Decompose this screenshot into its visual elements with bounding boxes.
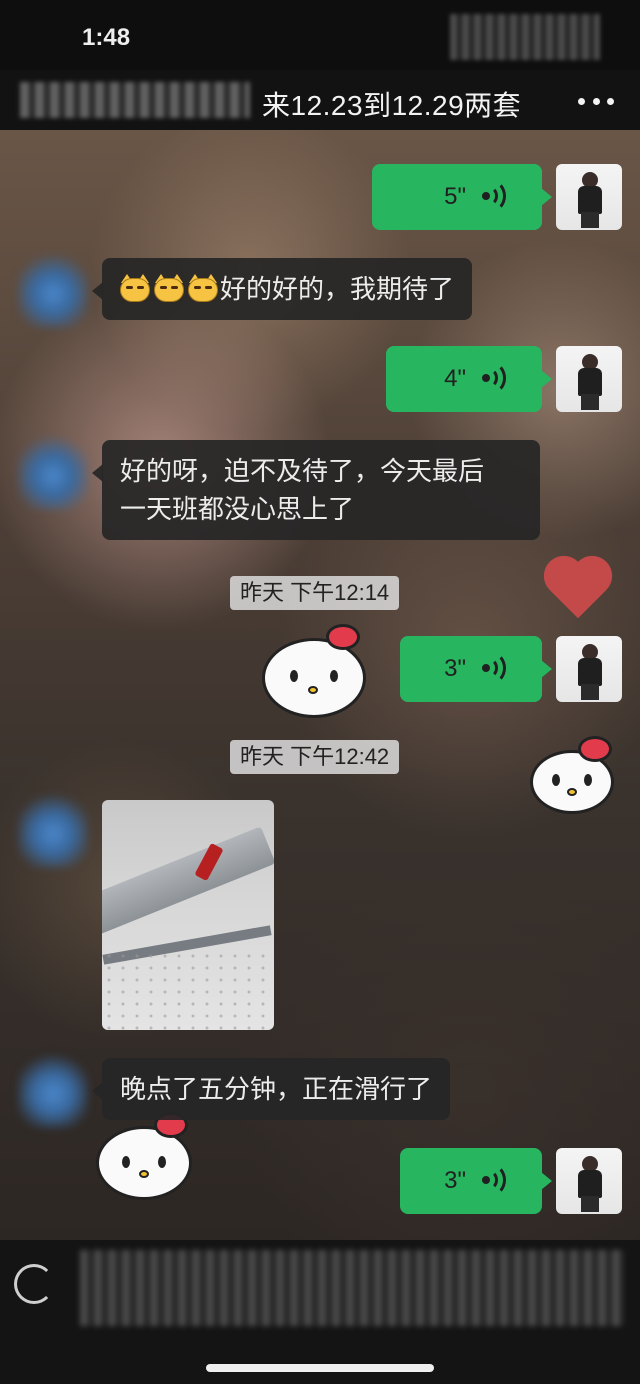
cat-emoji-icon [188, 274, 218, 302]
voice-message[interactable]: 3" [400, 636, 552, 702]
cat-emoji-group [120, 274, 218, 302]
message-input-blurred[interactable] [80, 1250, 625, 1326]
my-avatar[interactable] [556, 346, 622, 412]
voice-wave-icon [482, 1164, 508, 1196]
voice-message[interactable]: 4" [386, 346, 552, 412]
cat-emoji-icon [120, 274, 150, 302]
voice-wave-icon [482, 362, 508, 394]
my-avatar[interactable] [556, 1148, 622, 1214]
input-bar [0, 1240, 640, 1384]
voice-duration: 3" [444, 655, 466, 682]
more-dots-icon[interactable] [578, 98, 614, 106]
my-avatar[interactable] [556, 164, 622, 230]
voice-duration: 4" [444, 365, 466, 392]
voice-wave-icon [482, 180, 508, 212]
status-icons-blurred [450, 14, 600, 60]
heart-decoration [549, 561, 607, 619]
title-blurred-part [20, 82, 250, 118]
voice-mode-icon[interactable] [14, 1264, 54, 1304]
voice-message[interactable]: 3" [400, 1148, 552, 1214]
my-avatar[interactable] [556, 636, 622, 702]
timestamp-chip: 昨天 下午12:42 [230, 740, 400, 774]
voice-message[interactable]: 5" [372, 164, 552, 230]
text-message[interactable]: 好的好的，我期待了 [91, 258, 473, 320]
contact-avatar[interactable] [18, 434, 88, 510]
cat-emoji-icon [154, 274, 184, 302]
home-indicator[interactable] [206, 1364, 434, 1372]
chat-header: 来12.23到12.29两套 [0, 70, 640, 130]
message-line: 一天班都没心思上了 [120, 494, 355, 524]
contact-avatar[interactable] [18, 792, 88, 868]
message-line: 好的呀，迫不及待了，今天最后 [120, 456, 485, 486]
text-message[interactable]: 晚点了五分钟，正在滑行了 [91, 1058, 451, 1120]
chat-title: 来12.23到12.29两套 [262, 90, 522, 121]
voice-duration: 3" [444, 1167, 466, 1194]
contact-avatar[interactable] [18, 1052, 88, 1128]
voice-wave-icon [482, 652, 508, 684]
text-message[interactable]: 好的呀，迫不及待了，今天最后 一天班都没心思上了 [92, 440, 540, 540]
status-time: 1:48 [82, 24, 131, 51]
timestamp-chip: 昨天 下午12:14 [230, 576, 400, 610]
contact-avatar[interactable] [18, 252, 88, 328]
voice-duration: 5" [444, 183, 466, 210]
message-text: 好的好的，我期待了 [220, 274, 455, 304]
image-message[interactable] [102, 800, 274, 1030]
